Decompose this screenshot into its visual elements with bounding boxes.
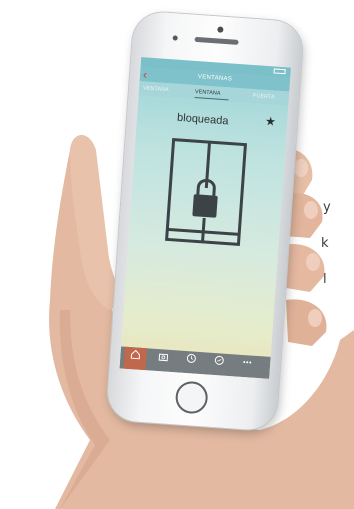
more-icon [243,361,252,364]
phone-screen: ‹ VENTANAS VENTANA VENTANA PUERTA bloque… [119,57,291,379]
locked-window-icon [165,138,248,246]
side-text-line-3: l [323,272,327,287]
tab-bar-label [151,362,175,364]
tab-bar-more[interactable] [235,356,260,369]
tab-bar-label [179,364,203,366]
side-text-line-2: k [321,236,329,251]
bottom-tab-bar [119,346,271,379]
home-button[interactable] [174,380,209,415]
battery-icon [273,68,286,75]
tab-selected-underline [194,96,229,101]
home-icon [130,349,141,360]
tab-bar-label [235,367,259,369]
window-divider-bottom [201,217,206,242]
side-text-line-1: y [323,200,331,215]
clock-icon [186,353,196,363]
camera-icon [158,353,169,362]
tab-right[interactable]: PUERTA [253,93,275,101]
tab-bar-clock[interactable] [179,353,204,366]
tab-bar-camera[interactable] [151,351,176,364]
earpiece-speaker [194,36,239,45]
tab-bar-home[interactable] [123,349,148,362]
tab-bar-label [207,365,231,367]
share-icon [214,355,224,365]
tab-selected[interactable]: VENTANA [195,89,221,97]
lock-state-label: bloqueada [176,111,229,128]
tab-left[interactable]: VENTANA [143,85,169,93]
favorite-star-icon[interactable]: ★ [265,114,277,129]
smartphone: ‹ VENTANAS VENTANA VENTANA PUERTA bloque… [105,10,305,432]
proximity-sensor [172,35,178,41]
tab-bar-share[interactable] [207,355,232,368]
front-camera [217,26,224,33]
